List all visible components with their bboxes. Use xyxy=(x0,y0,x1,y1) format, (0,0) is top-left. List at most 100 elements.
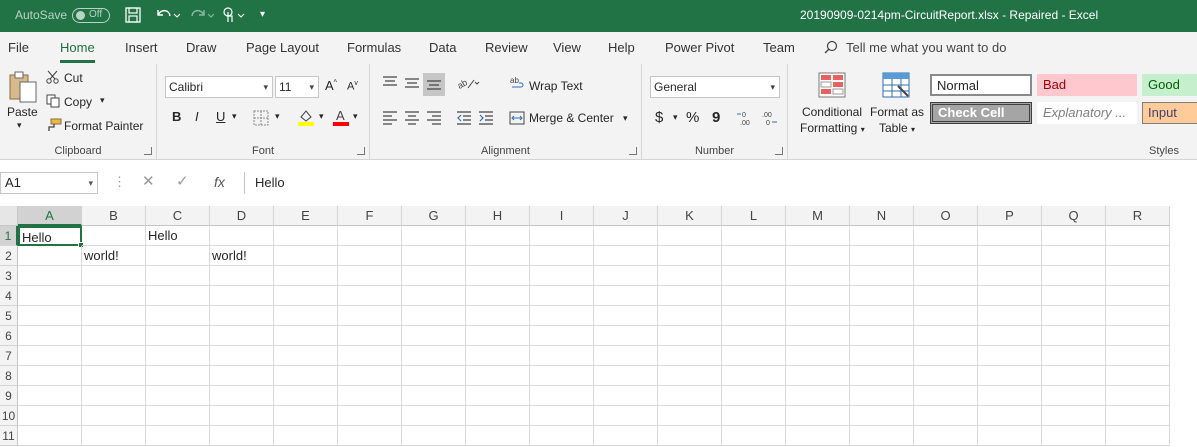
cell-n1[interactable] xyxy=(850,226,914,246)
tab-power-pivot[interactable]: Power Pivot xyxy=(665,40,734,55)
cell-o8[interactable] xyxy=(914,366,978,386)
cell-j7[interactable] xyxy=(594,346,658,366)
cell-i4[interactable] xyxy=(530,286,594,306)
font-color-icon[interactable]: A xyxy=(332,108,350,129)
merge-dropdown-icon[interactable]: ▾ xyxy=(623,113,628,124)
cell-h3[interactable] xyxy=(466,266,530,286)
cell-f3[interactable] xyxy=(338,266,402,286)
cell-a2[interactable] xyxy=(18,246,82,266)
wrap-text-button[interactable]: Wrap Text xyxy=(529,79,583,93)
cell-c2[interactable] xyxy=(146,246,210,266)
cell-g8[interactable] xyxy=(402,366,466,386)
cell-d9[interactable] xyxy=(210,386,274,406)
conditional-formatting-button[interactable]: Conditional Formatting ▾ xyxy=(800,104,865,138)
cell-q3[interactable] xyxy=(1042,266,1106,286)
cell-o9[interactable] xyxy=(914,386,978,406)
autosave-toggle[interactable]: Off xyxy=(72,8,110,23)
cell-g2[interactable] xyxy=(402,246,466,266)
cell-m1[interactable] xyxy=(786,226,850,246)
cell-c6[interactable] xyxy=(146,326,210,346)
column-header-p[interactable]: P xyxy=(978,206,1042,226)
cell-g4[interactable] xyxy=(402,286,466,306)
cell-i2[interactable] xyxy=(530,246,594,266)
cell-q11[interactable] xyxy=(1042,426,1106,446)
row-header-5[interactable]: 5 xyxy=(0,306,18,326)
cell-d7[interactable] xyxy=(210,346,274,366)
cell-p4[interactable] xyxy=(978,286,1042,306)
cell-o11[interactable] xyxy=(914,426,978,446)
cell-b11[interactable] xyxy=(82,426,146,446)
cell-a4[interactable] xyxy=(18,286,82,306)
cell-i3[interactable] xyxy=(530,266,594,286)
cell-d2[interactable]: world! xyxy=(210,246,274,266)
comma-style-button[interactable]: 9 xyxy=(712,109,720,126)
copy-dropdown-icon[interactable]: ▾ xyxy=(100,95,105,106)
increase-decimal-icon[interactable]: 0.00 xyxy=(736,110,756,129)
cell-a1[interactable]: Hello xyxy=(18,226,82,246)
cell-q10[interactable] xyxy=(1042,406,1106,426)
cell-m6[interactable] xyxy=(786,326,850,346)
number-format-dropdown[interactable]: General ▾ xyxy=(650,76,780,98)
cell-j10[interactable] xyxy=(594,406,658,426)
cell-k1[interactable] xyxy=(658,226,722,246)
row-header-10[interactable]: 10 xyxy=(0,406,18,426)
cell-d3[interactable] xyxy=(210,266,274,286)
cell-b10[interactable] xyxy=(82,406,146,426)
redo-icon[interactable] xyxy=(188,6,215,28)
cell-k2[interactable] xyxy=(658,246,722,266)
cell-l3[interactable] xyxy=(722,266,786,286)
cell-k6[interactable] xyxy=(658,326,722,346)
middle-align-icon[interactable] xyxy=(404,76,420,93)
tab-draw[interactable]: Draw xyxy=(186,40,216,55)
cell-i8[interactable] xyxy=(530,366,594,386)
cell-o2[interactable] xyxy=(914,246,978,266)
cell-g7[interactable] xyxy=(402,346,466,366)
shrink-font-button[interactable]: Av xyxy=(347,80,358,93)
cell-n7[interactable] xyxy=(850,346,914,366)
cell-j5[interactable] xyxy=(594,306,658,326)
cell-e10[interactable] xyxy=(274,406,338,426)
cell-l1[interactable] xyxy=(722,226,786,246)
cell-r9[interactable] xyxy=(1106,386,1170,406)
cell-q8[interactable] xyxy=(1042,366,1106,386)
cell-p10[interactable] xyxy=(978,406,1042,426)
cut-button[interactable]: Cut xyxy=(64,71,83,85)
cell-c3[interactable] xyxy=(146,266,210,286)
tab-insert[interactable]: Insert xyxy=(125,40,158,55)
format-painter-button[interactable]: Format Painter xyxy=(64,119,143,133)
cell-n6[interactable] xyxy=(850,326,914,346)
cell-j9[interactable] xyxy=(594,386,658,406)
tab-team[interactable]: Team xyxy=(763,40,795,55)
column-header-l[interactable]: L xyxy=(722,206,786,226)
cell-o10[interactable] xyxy=(914,406,978,426)
cell-f8[interactable] xyxy=(338,366,402,386)
cell-c5[interactable] xyxy=(146,306,210,326)
cell-r3[interactable] xyxy=(1106,266,1170,286)
column-header-r[interactable]: R xyxy=(1106,206,1170,226)
cell-l10[interactable] xyxy=(722,406,786,426)
merge-center-button[interactable]: Merge & Center xyxy=(529,111,614,125)
cell-l9[interactable] xyxy=(722,386,786,406)
cell-m4[interactable] xyxy=(786,286,850,306)
percent-button[interactable]: % xyxy=(686,109,699,126)
cell-l4[interactable] xyxy=(722,286,786,306)
row-header-1[interactable]: 1 xyxy=(0,226,18,246)
column-header-f[interactable]: F xyxy=(338,206,402,226)
column-header-b[interactable]: B xyxy=(82,206,146,226)
cell-j4[interactable] xyxy=(594,286,658,306)
cell-q5[interactable] xyxy=(1042,306,1106,326)
cell-b9[interactable] xyxy=(82,386,146,406)
cell-m9[interactable] xyxy=(786,386,850,406)
customize-quick-access-icon[interactable]: ▾ xyxy=(260,6,265,24)
cell-l7[interactable] xyxy=(722,346,786,366)
cell-n5[interactable] xyxy=(850,306,914,326)
grow-font-button[interactable]: A^ xyxy=(325,78,337,93)
cell-j8[interactable] xyxy=(594,366,658,386)
cell-a9[interactable] xyxy=(18,386,82,406)
font-color-dropdown-icon[interactable]: ▾ xyxy=(353,111,358,122)
cell-k9[interactable] xyxy=(658,386,722,406)
cell-d5[interactable] xyxy=(210,306,274,326)
cell-h10[interactable] xyxy=(466,406,530,426)
column-header-m[interactable]: M xyxy=(786,206,850,226)
enter-icon[interactable]: ✓ xyxy=(176,172,189,190)
